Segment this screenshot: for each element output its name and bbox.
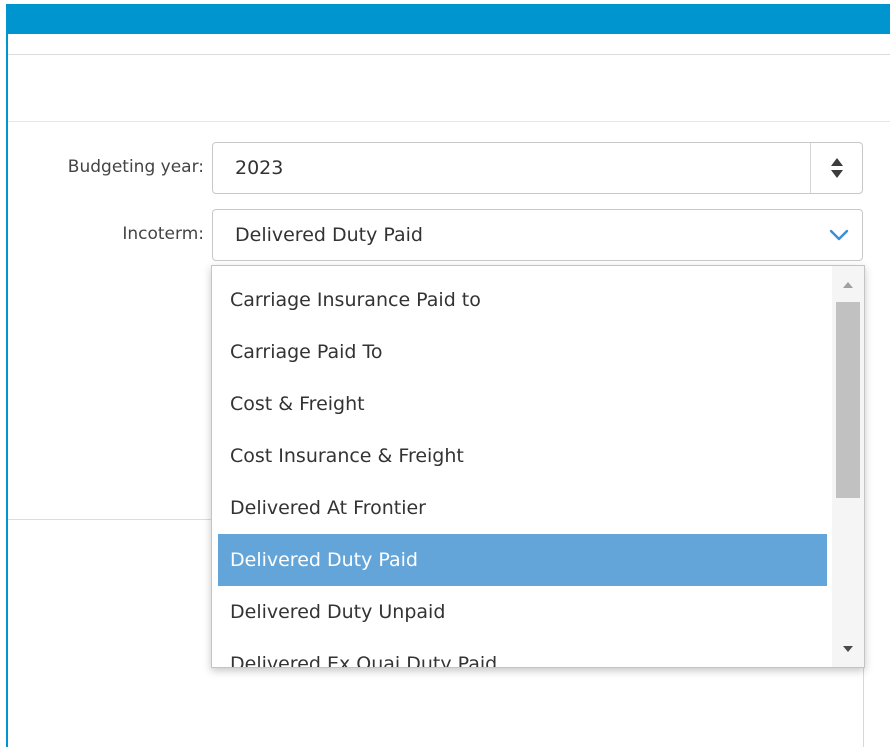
header-divider bbox=[8, 54, 890, 55]
budgeting-year-value[interactable]: 2023 bbox=[235, 157, 283, 179]
window-left-border bbox=[6, 34, 8, 747]
scroll-up-arrow-icon[interactable] bbox=[841, 280, 855, 290]
incoterm-option-selected[interactable]: Delivered Duty Paid bbox=[218, 534, 827, 586]
incoterm-option[interactable]: Carriage Insurance Paid to bbox=[218, 274, 827, 326]
incoterm-option[interactable]: Cost & Freight bbox=[218, 378, 827, 430]
incoterm-option[interactable]: Carriage Paid To bbox=[218, 326, 827, 378]
budgeting-year-label: Budgeting year: bbox=[67, 157, 204, 177]
chevron-down-icon[interactable] bbox=[827, 225, 851, 245]
window-title-bar bbox=[6, 4, 890, 34]
incoterm-label: Incoterm: bbox=[122, 224, 204, 244]
incoterm-option[interactable]: Delivered Duty Unpaid bbox=[218, 586, 827, 638]
incoterm-selected-value[interactable]: Delivered Duty Paid bbox=[235, 224, 423, 246]
incoterm-option[interactable]: Delivered Ex Quai Duty Paid bbox=[218, 638, 827, 667]
incoterm-dropdown-list[interactable]: Carriage Insurance Paid to Carriage Paid… bbox=[211, 265, 865, 668]
toolbar-divider bbox=[8, 121, 890, 122]
dropdown-scrollbar[interactable] bbox=[832, 266, 864, 667]
incoterm-option[interactable]: Cost Insurance & Freight bbox=[218, 430, 827, 482]
incoterm-option[interactable]: Delivered At Frontier bbox=[218, 482, 827, 534]
scrollbar-thumb[interactable] bbox=[836, 302, 860, 498]
budgeting-year-field[interactable]: 2023 bbox=[212, 142, 863, 194]
incoterm-select[interactable]: Delivered Duty Paid bbox=[212, 209, 863, 261]
scroll-down-arrow-icon[interactable] bbox=[841, 644, 855, 654]
up-down-spinner-icon[interactable] bbox=[811, 143, 863, 193]
